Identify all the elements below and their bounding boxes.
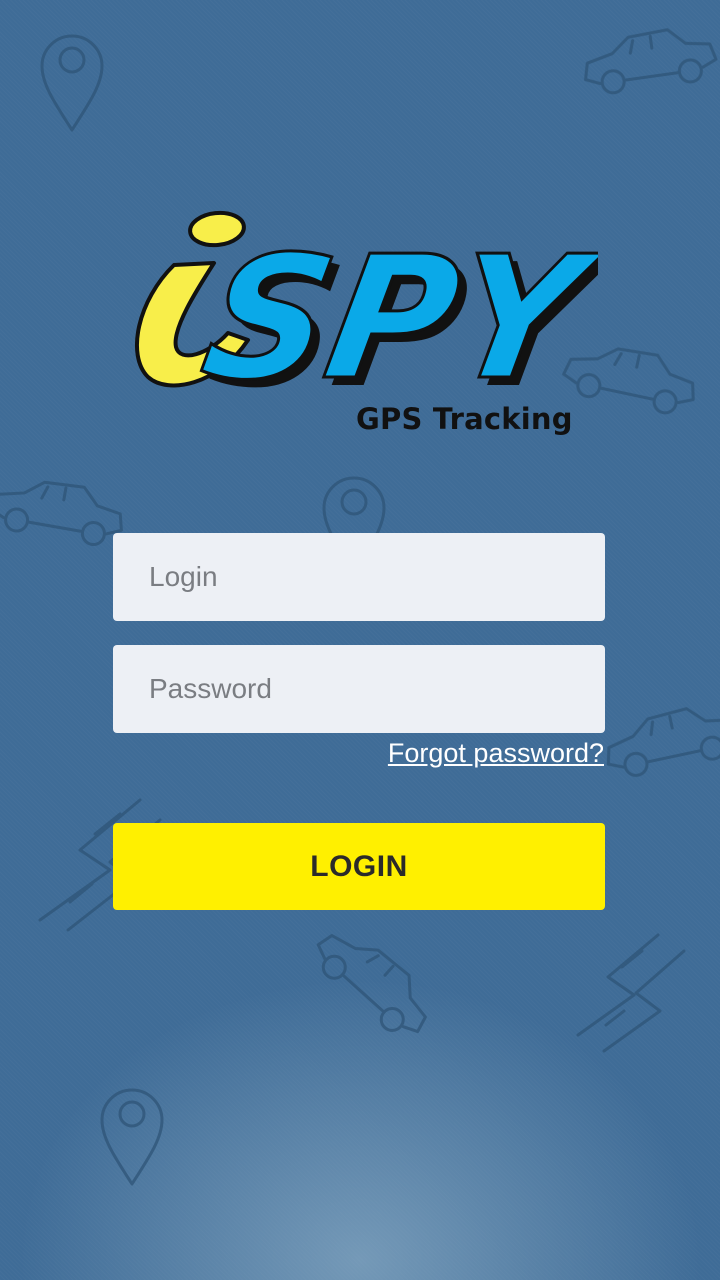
map-pin-icon <box>40 34 104 132</box>
login-button[interactable]: LOGIN <box>113 823 605 910</box>
car-icon <box>584 28 718 95</box>
password-input[interactable] <box>113 645 605 733</box>
map-pin-icon <box>100 1088 164 1186</box>
logo-tagline: GPS Tracking <box>356 402 573 436</box>
login-screen: SPY SPY GPS Tracking Forgot password? LO… <box>0 0 720 1280</box>
car-icon <box>606 707 720 777</box>
background-pattern <box>0 28 720 1186</box>
car-icon <box>0 480 123 547</box>
logo-word: SPY <box>190 220 598 417</box>
login-input[interactable] <box>113 533 605 621</box>
road-icon <box>576 933 686 1053</box>
forgot-password-link[interactable]: Forgot password? <box>388 738 604 769</box>
car-icon <box>316 934 427 1034</box>
